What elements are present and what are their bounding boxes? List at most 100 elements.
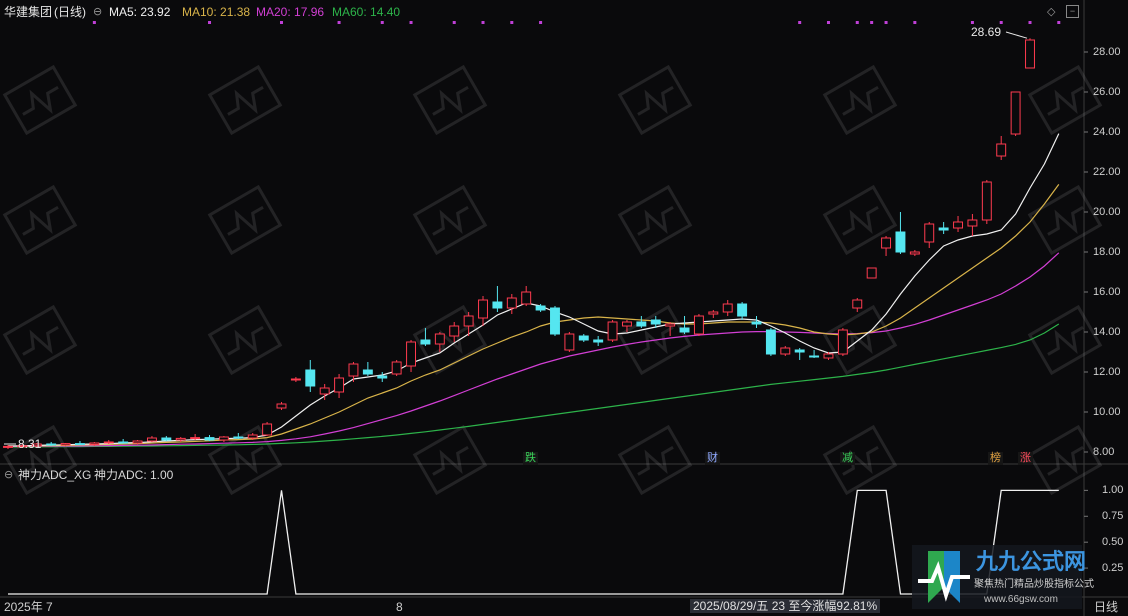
candle-up [3, 445, 13, 448]
diamond-icon[interactable]: ◇ [1047, 6, 1055, 18]
watermark-emblem [1027, 184, 1103, 256]
indicator-line [8, 489, 1059, 595]
candle-down [809, 355, 820, 358]
x-label-july: 2025年 7 [4, 600, 53, 614]
candle-down [204, 437, 215, 441]
indicator-tick-label: 0.25 [1102, 562, 1124, 575]
indicator-collapse-icon[interactable]: ⊖ [4, 469, 13, 481]
candle-down [737, 303, 748, 317]
signal-dot [826, 21, 830, 24]
watermark-emblem [1027, 64, 1103, 136]
event-tag-drop[interactable]: 跌 [523, 452, 538, 465]
watermark-emblem [1027, 424, 1103, 496]
stock-name: 华建集团 [4, 5, 53, 19]
signal-dot [337, 21, 341, 24]
event-tag-finance[interactable]: 财 [705, 452, 720, 465]
candle-up [463, 315, 474, 327]
watermark-emblem [1027, 304, 1103, 376]
candle-up [103, 441, 114, 444]
price-tick-label: 20.00 [1093, 206, 1121, 218]
candle-up [708, 311, 719, 315]
watermark-pulse [22, 205, 59, 236]
minimize-icon[interactable]: − [1066, 5, 1079, 18]
watermark-pulse [22, 325, 59, 356]
brand-logo: 九九公式网 聚焦热门精品炒股指标公式 www.66gsw.com [912, 545, 1094, 609]
x-label-aug: 8 [396, 600, 403, 614]
price-tick-label: 28.00 [1093, 46, 1121, 58]
candle-up [290, 378, 301, 381]
max-price-label: 28.69 [971, 25, 1002, 39]
event-tag-list[interactable]: 榜 [988, 452, 1003, 465]
max-arrow [1005, 31, 1028, 39]
candle-up [276, 403, 287, 409]
indicator-tick-label: 0.50 [1102, 536, 1124, 549]
candle-up [434, 333, 445, 345]
signal-dot [279, 21, 283, 24]
event-tag-reduce[interactable]: 减 [840, 452, 855, 465]
ma5-legend: MA5: 23.92 [109, 5, 171, 19]
candle-up [247, 434, 258, 439]
ma10-line [8, 184, 1060, 447]
watermark-emblem [617, 424, 693, 496]
watermark-emblem [412, 64, 488, 136]
indicator-value: 神力ADC: 1.00 [94, 468, 174, 482]
candle-up [391, 361, 402, 375]
candle-up [924, 223, 935, 243]
event-tag-rise[interactable]: 涨 [1018, 452, 1033, 465]
watermark-pulse [22, 85, 59, 116]
candle-up [866, 267, 877, 279]
candle-up [132, 440, 143, 444]
signal-dot [452, 21, 456, 24]
brand-name: 九九公式网 [976, 549, 1087, 574]
candle-up [218, 436, 229, 441]
chart-canvas[interactable] [0, 0, 1128, 616]
candle-down [362, 369, 373, 375]
candle-up [146, 437, 157, 442]
candle-up [89, 442, 100, 445]
candle-down [535, 305, 546, 311]
candle-up [823, 353, 834, 359]
signal-dot [855, 21, 859, 24]
candle-up [852, 299, 863, 309]
candle-up [262, 423, 273, 436]
watermark-emblem [2, 184, 78, 256]
watermark-emblem [207, 64, 283, 136]
candle-down [636, 321, 647, 327]
candle-up [909, 251, 920, 255]
ma60-legend: MA60: 14.40 [332, 5, 401, 19]
cursor-status: 2025/08/29/五 23 至今涨幅92.81% [690, 599, 881, 613]
ma10-legend: MA10: 21.38 [182, 5, 251, 19]
ma60-line [8, 323, 1060, 448]
candle-up [780, 347, 791, 355]
candle-down [751, 321, 762, 325]
candle-up [190, 437, 201, 440]
watermark-emblem [617, 64, 693, 136]
candle-up [996, 143, 1007, 157]
candle-up [881, 237, 892, 249]
collapse-icon[interactable]: ⊖ [93, 6, 102, 18]
signal-dot [970, 21, 974, 24]
candle-up [665, 323, 676, 327]
watermark-emblem [822, 64, 898, 136]
candle-up [521, 291, 532, 305]
candle-up [319, 387, 330, 395]
candle-down [233, 436, 244, 439]
candle-up [621, 321, 632, 327]
period-tag: (日线) [54, 5, 86, 19]
candle-down [578, 335, 589, 341]
candle-up [60, 443, 71, 446]
price-tick-label: 24.00 [1093, 126, 1121, 138]
period-button[interactable]: 日线 [1094, 600, 1118, 614]
ma20-legend: MA20: 17.96 [256, 5, 325, 19]
price-tick-label: 12.00 [1093, 366, 1121, 378]
candle-down [938, 227, 949, 231]
watermark-pulse [842, 205, 879, 236]
candle-up [348, 363, 359, 377]
price-tick-label: 10.00 [1093, 406, 1121, 418]
candle-down [650, 319, 661, 325]
watermark-emblem [412, 184, 488, 256]
candle-up [334, 377, 345, 393]
candle-down [118, 441, 129, 444]
watermark-pulse [637, 85, 674, 116]
watermark-pulse [432, 445, 469, 476]
